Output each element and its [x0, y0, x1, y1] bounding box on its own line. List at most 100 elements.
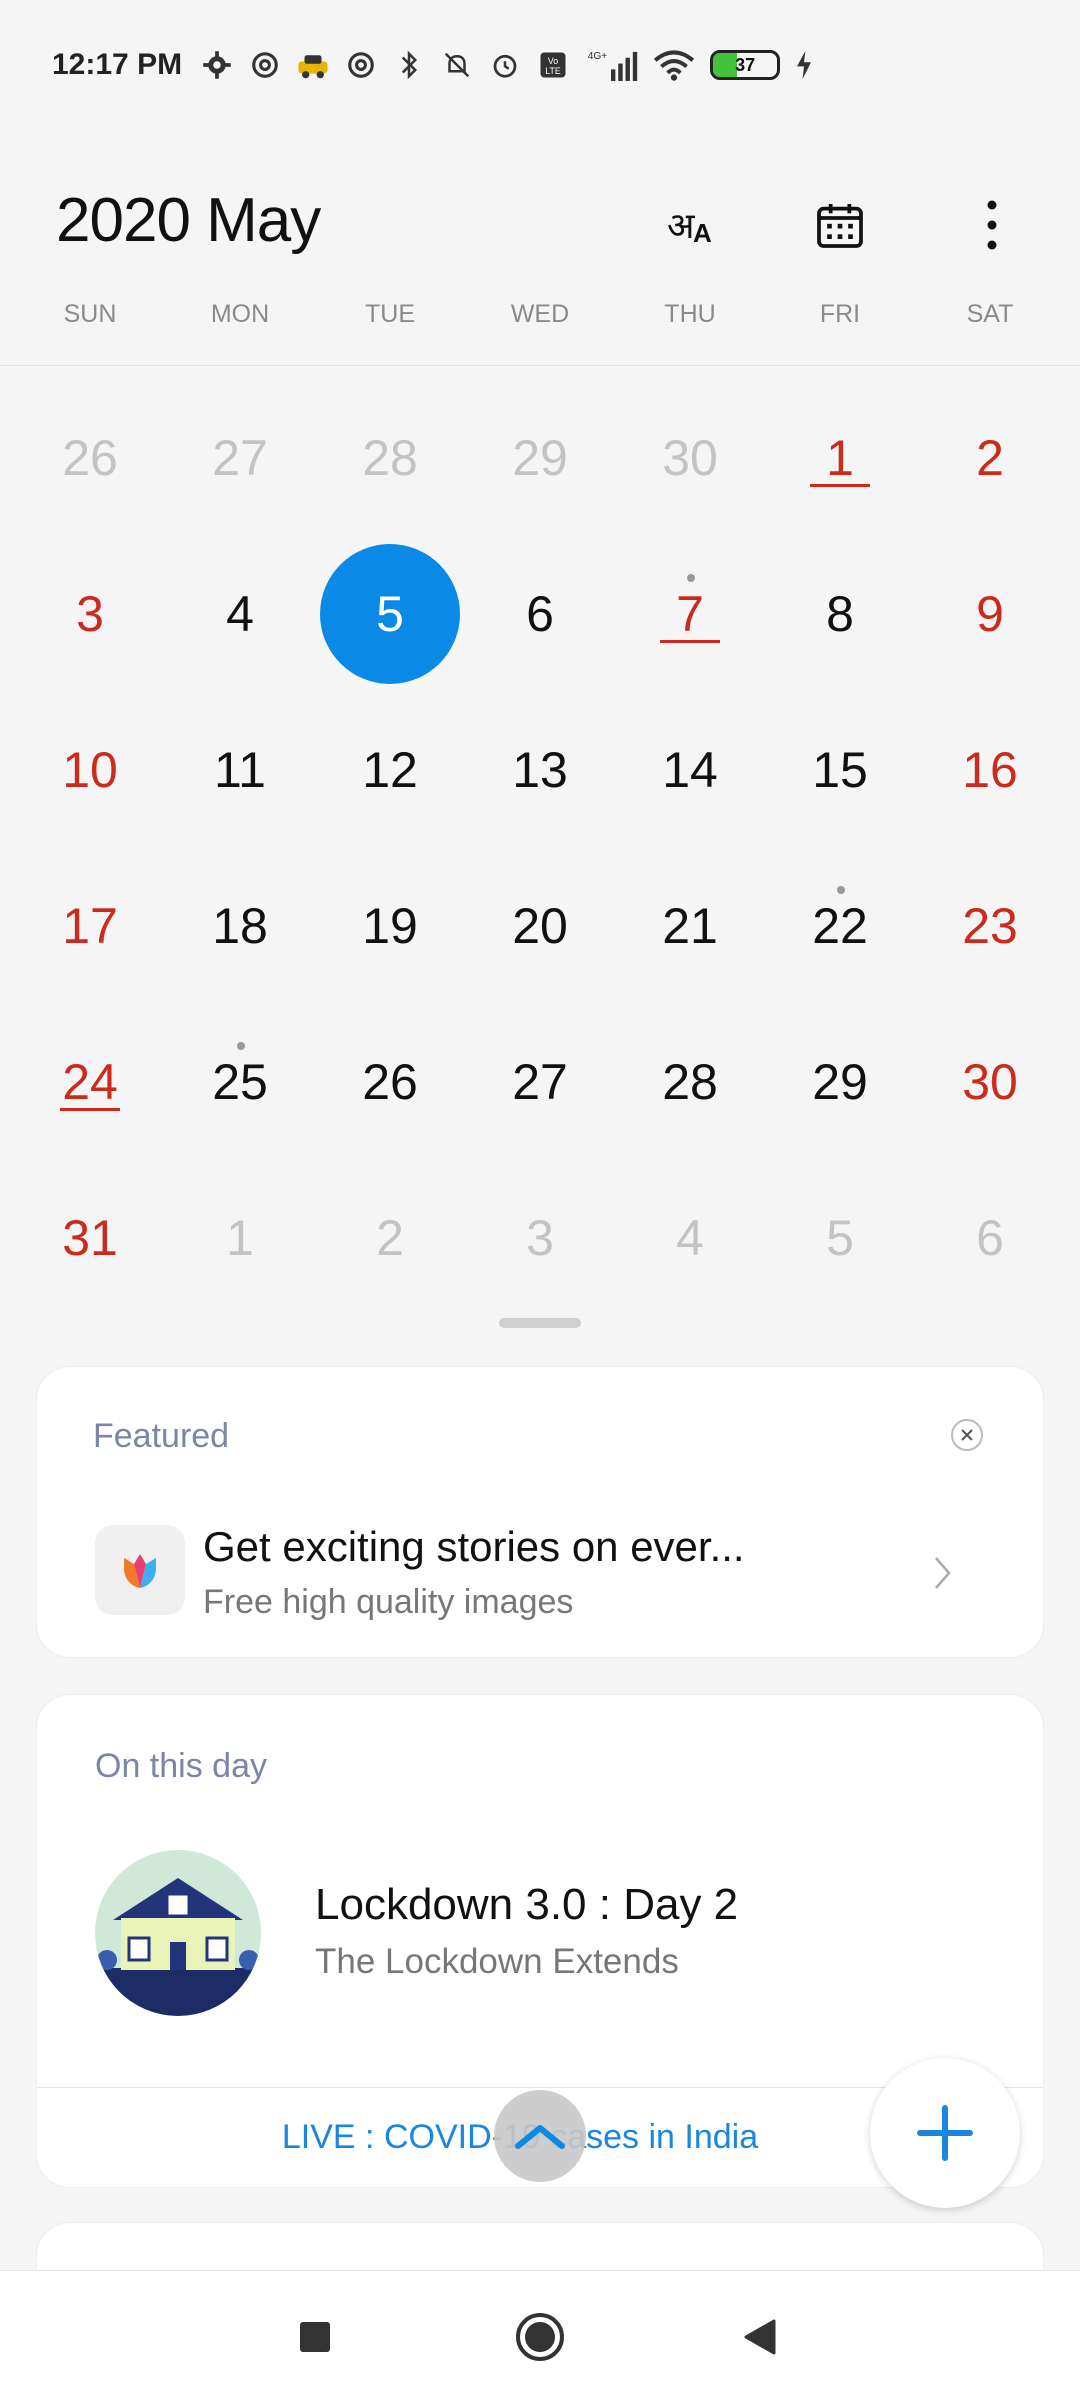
day-cell[interactable]: 3 [465, 1160, 615, 1316]
battery-icon: 37 [710, 50, 781, 80]
day-cell[interactable]: 3 [15, 536, 165, 692]
day-cell[interactable]: 27 [465, 1004, 615, 1160]
day-number: 29 [812, 1054, 868, 1110]
day-cell[interactable]: 6 [465, 536, 615, 692]
chevron-right-icon[interactable] [933, 1555, 953, 1596]
day-number: 13 [512, 742, 568, 798]
day-cell[interactable]: 25 [165, 1004, 315, 1160]
language-icon[interactable]: अA [658, 190, 728, 260]
day-number: 3 [76, 586, 104, 642]
day-cell[interactable]: 2 [315, 1160, 465, 1316]
day-cell[interactable]: 20 [465, 848, 615, 1004]
day-number: 22 [812, 898, 868, 954]
day-cell[interactable]: 26 [315, 1004, 465, 1160]
recents-icon[interactable] [285, 2307, 345, 2367]
weekday-header: SUN MON TUE WED THU FRI SAT [0, 300, 1080, 366]
day-number: 30 [962, 1054, 1018, 1110]
selected-day-cell[interactable]: 5 [315, 536, 465, 692]
featured-item[interactable]: Get exciting stories on ever... Free hig… [203, 1523, 923, 1622]
day-cell[interactable]: 14 [615, 692, 765, 848]
tulip-app-icon[interactable] [95, 1525, 185, 1615]
add-event-button[interactable] [870, 2058, 1020, 2208]
svg-text:A: A [693, 218, 712, 248]
weekday-label: SUN [63, 300, 117, 328]
day-cell[interactable]: 1 [165, 1160, 315, 1316]
svg-text:अ: अ [667, 206, 696, 247]
more-vert-icon[interactable] [957, 190, 1027, 260]
day-cell[interactable]: 28 [315, 380, 465, 536]
day-cell[interactable]: 16 [915, 692, 1065, 848]
day-number: 10 [62, 742, 118, 798]
day-cell[interactable]: 15 [765, 692, 915, 848]
weekday-label: WED [510, 300, 570, 328]
day-number: 8 [826, 586, 854, 642]
day-cell[interactable]: 8 [765, 536, 915, 692]
wifi-icon [652, 48, 696, 82]
day-cell[interactable]: 1 [765, 380, 915, 536]
day-number: 28 [662, 1054, 718, 1110]
day-cell[interactable]: 29 [765, 1004, 915, 1160]
day-number: 18 [212, 898, 268, 954]
day-cell[interactable]: 29 [465, 380, 615, 536]
drag-handle[interactable] [499, 1318, 581, 1328]
navigation-bar [0, 2270, 1080, 2400]
battery-percent: 37 [735, 54, 756, 75]
on-this-day-item[interactable]: Lockdown 3.0 : Day 2 The Lockdown Extend… [315, 1880, 738, 1982]
chevron-up-icon[interactable] [494, 2090, 586, 2182]
day-cell[interactable]: 10 [15, 692, 165, 848]
day-cell[interactable]: 2 [915, 380, 1065, 536]
featured-headline: Get exciting stories on ever... [203, 1523, 745, 1570]
status-time: 12:17 PM [52, 48, 183, 81]
day-cell[interactable]: 21 [615, 848, 765, 1004]
day-number: 28 [362, 430, 418, 486]
day-number: 11 [214, 742, 266, 798]
day-cell[interactable]: 19 [315, 848, 465, 1004]
day-cell[interactable]: 7 [615, 536, 765, 692]
day-cell[interactable]: 22 [765, 848, 915, 1004]
status-icons: Vo LTE 4G+ 37 [200, 48, 814, 82]
day-cell[interactable]: 6 [915, 1160, 1065, 1316]
day-cell[interactable]: 24 [15, 1004, 165, 1160]
featured-title: Featured [93, 1417, 230, 1455]
day-cell[interactable]: 12 [315, 692, 465, 848]
day-cell[interactable]: 5 [765, 1160, 915, 1316]
day-number: 20 [512, 898, 568, 954]
bell-off-icon [440, 48, 474, 82]
day-number: 31 [62, 1210, 118, 1266]
home-icon[interactable] [510, 2307, 570, 2367]
day-number: 19 [362, 898, 418, 954]
day-cell[interactable]: 30 [915, 1004, 1065, 1160]
day-number: 17 [62, 898, 118, 954]
day-cell[interactable]: 30 [615, 380, 765, 536]
day-cell[interactable]: 31 [15, 1160, 165, 1316]
day-cell[interactable]: 4 [165, 536, 315, 692]
house-illustration [95, 1850, 261, 2016]
day-number: 5 [826, 1210, 854, 1266]
close-icon[interactable] [951, 1419, 983, 1451]
featured-subtitle: Free high quality images [203, 1583, 574, 1621]
day-number: 4 [676, 1210, 704, 1266]
day-cell[interactable]: 17 [15, 848, 165, 1004]
day-cell[interactable]: 27 [165, 380, 315, 536]
day-number: 30 [662, 430, 718, 486]
day-cell[interactable]: 28 [615, 1004, 765, 1160]
back-icon[interactable] [730, 2307, 790, 2367]
day-cell[interactable]: 9 [915, 536, 1065, 692]
day-number: 27 [512, 1054, 568, 1110]
day-number: 26 [62, 430, 118, 486]
day-cell[interactable]: 13 [465, 692, 615, 848]
status-bar: 12:17 PM Vo LTE 4G+ 37 [0, 0, 1080, 130]
day-number: 15 [812, 742, 868, 798]
day-cell[interactable]: 11 [165, 692, 315, 848]
month-title[interactable]: 2020 May [56, 185, 321, 256]
charging-icon [794, 48, 814, 82]
day-cell[interactable]: 26 [15, 380, 165, 536]
calendar-icon[interactable] [805, 190, 875, 260]
month-grid: 26 27 28 29 30 1 2 3 4 5 6 7 8 9 10 11 12 13 14 15 16 17 18 19 2… [15, 380, 1065, 1316]
day-cell[interactable]: 23 [915, 848, 1065, 1004]
day-cell[interactable]: 18 [165, 848, 315, 1004]
day-number: 21 [662, 898, 718, 954]
day-cell[interactable]: 4 [615, 1160, 765, 1316]
svg-text:4G+: 4G+ [588, 51, 608, 62]
day-number: 2 [976, 430, 1004, 486]
